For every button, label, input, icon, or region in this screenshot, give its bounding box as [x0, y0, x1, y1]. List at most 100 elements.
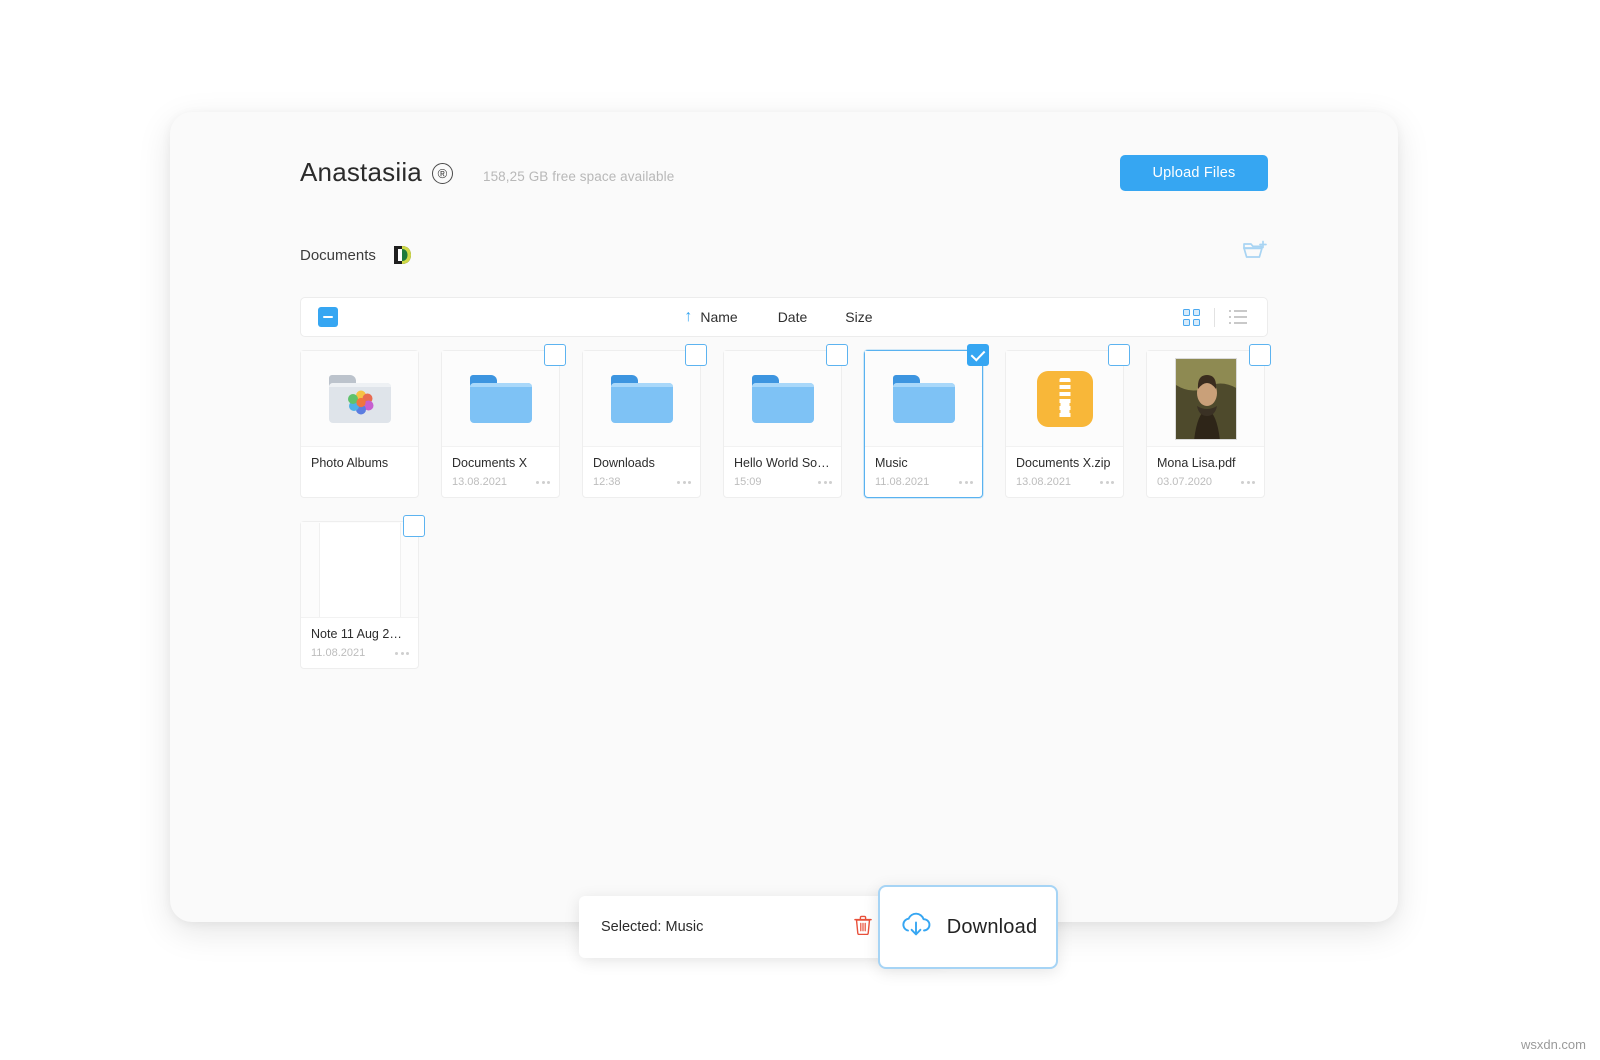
file-footer: 11.08.2021: [875, 476, 973, 488]
indeterminate-dash-icon: [323, 316, 333, 318]
document-thumbnail-icon: [319, 523, 401, 617]
file-footer: 13.08.2021: [1016, 476, 1114, 488]
file-date: 15:09: [734, 476, 762, 488]
file-checkbox[interactable]: [544, 344, 566, 366]
file-menu-icon[interactable]: [1241, 481, 1255, 484]
file-thumbnail: [583, 351, 700, 447]
file-footer: 12:38: [593, 476, 691, 488]
file-meta: Hello World Sour…: [724, 447, 841, 470]
file-meta: Mona Lisa.pdf: [1147, 447, 1264, 470]
file-menu-icon[interactable]: [1100, 481, 1114, 484]
free-space-label: 158,25 GB free space available: [483, 169, 674, 184]
upload-files-button[interactable]: Upload Files: [1120, 155, 1268, 191]
grid-cell: [1183, 309, 1190, 316]
file-thumbnail: [301, 522, 418, 618]
file-card-note[interactable]: Note 11 Aug 202… 11.08.2021: [300, 521, 419, 669]
sort-by-date[interactable]: Date: [778, 309, 808, 325]
zip-archive-icon: [1037, 371, 1093, 427]
sort-by-name[interactable]: Name: [700, 309, 737, 325]
file-thumbnail: [442, 351, 559, 447]
select-all-checkbox[interactable]: [318, 307, 338, 327]
file-menu-icon[interactable]: [536, 481, 550, 484]
download-button[interactable]: Download: [878, 885, 1058, 969]
new-folder-icon[interactable]: [1242, 238, 1268, 262]
file-thumbnail: [1147, 351, 1264, 447]
file-card-music[interactable]: Music 11.08.2021: [864, 350, 983, 498]
file-name: Music: [875, 456, 972, 470]
file-name: Mona Lisa.pdf: [1157, 456, 1254, 470]
file-card-documents-x[interactable]: Documents X 13.08.2021: [441, 350, 560, 498]
file-date: 11.08.2021: [875, 476, 929, 488]
blue-folder-icon: [752, 375, 814, 423]
file-date: 13.08.2021: [452, 476, 507, 488]
file-footer: 15:09: [734, 476, 832, 488]
blue-folder-icon: [893, 375, 955, 423]
breadcrumb-item-documents[interactable]: Documents: [300, 247, 376, 264]
file-menu-icon[interactable]: [959, 481, 973, 484]
file-name: Note 11 Aug 202…: [311, 627, 408, 641]
watermark: wsxdn.com: [1521, 1037, 1586, 1052]
file-footer: 11.08.2021: [311, 647, 409, 659]
photos-folder-icon: [329, 375, 391, 423]
cloud-download-icon: [899, 910, 933, 945]
file-name: Documents X: [452, 456, 549, 470]
files-toolbar: ↑ Name Date Size: [300, 297, 1268, 337]
file-menu-icon[interactable]: [395, 652, 409, 655]
file-name: Downloads: [593, 456, 690, 470]
file-thumbnail: [724, 351, 841, 447]
file-date: 13.08.2021: [1016, 476, 1071, 488]
file-name: Photo Albums: [311, 456, 408, 470]
file-grid: Photo Albums Documents X 13.08.2021: [300, 350, 1275, 669]
file-meta: Music: [865, 447, 982, 470]
trash-icon: [854, 915, 872, 940]
file-card-photo-albums[interactable]: Photo Albums: [300, 350, 419, 498]
pdf-thumbnail-icon: [1175, 358, 1237, 440]
sort-by-size[interactable]: Size: [845, 309, 872, 325]
file-checkbox[interactable]: [1108, 344, 1130, 366]
file-meta: Documents X: [442, 447, 559, 470]
grid-cell: [1193, 309, 1200, 316]
file-card-downloads[interactable]: Downloads 12:38: [582, 350, 701, 498]
file-card-hello-world-source[interactable]: Hello World Sour… 15:09: [723, 350, 842, 498]
selected-items-label: Selected: Music: [601, 919, 703, 935]
drive-d-logo-icon: [391, 244, 413, 266]
file-thumbnail: [301, 351, 418, 447]
registered-mark-icon: ®: [432, 163, 453, 184]
file-checkbox[interactable]: [826, 344, 848, 366]
blue-folder-icon: [470, 375, 532, 423]
grid-cell: [1183, 319, 1190, 326]
file-menu-icon[interactable]: [677, 481, 691, 484]
file-meta: Note 11 Aug 202…: [301, 618, 418, 641]
view-toggle-divider: [1214, 308, 1215, 327]
file-name: Documents X.zip: [1016, 456, 1113, 470]
file-thumbnail: [1006, 351, 1123, 447]
sort-ascending-arrow-icon[interactable]: ↑: [684, 309, 692, 325]
file-footer: 03.07.2020: [1157, 476, 1255, 488]
download-label: Download: [947, 916, 1038, 939]
account-name-text: Anastasiia: [300, 157, 422, 188]
file-meta: Photo Albums: [301, 447, 418, 470]
file-date: 11.08.2021: [311, 647, 365, 659]
file-checkbox[interactable]: [685, 344, 707, 366]
file-manager-panel: Anastasiia ® 158,25 GB free space availa…: [170, 112, 1398, 922]
file-checkbox[interactable]: [403, 515, 425, 537]
account-header: Anastasiia ® 158,25 GB free space availa…: [300, 157, 674, 188]
grid-view-icon[interactable]: [1183, 309, 1200, 326]
file-checkbox[interactable]: [967, 344, 989, 366]
view-toggles: [1183, 308, 1248, 327]
blue-folder-icon: [611, 375, 673, 423]
file-thumbnail: [865, 351, 982, 447]
file-card-documents-x-zip[interactable]: Documents X.zip 13.08.2021: [1005, 350, 1124, 498]
file-name: Hello World Sour…: [734, 456, 831, 470]
list-view-icon[interactable]: [1229, 310, 1248, 325]
grid-cell: [1193, 319, 1200, 326]
sort-controls: ↑ Name Date Size: [684, 309, 872, 325]
file-date: 12:38: [593, 476, 621, 488]
file-checkbox[interactable]: [1249, 344, 1271, 366]
file-footer: 13.08.2021: [452, 476, 550, 488]
account-name: Anastasiia ®: [300, 157, 453, 188]
file-date: 03.07.2020: [1157, 476, 1212, 488]
file-menu-icon[interactable]: [818, 481, 832, 484]
file-meta: Documents X.zip: [1006, 447, 1123, 470]
file-card-mona-lisa-pdf[interactable]: Mona Lisa.pdf 03.07.2020: [1146, 350, 1265, 498]
